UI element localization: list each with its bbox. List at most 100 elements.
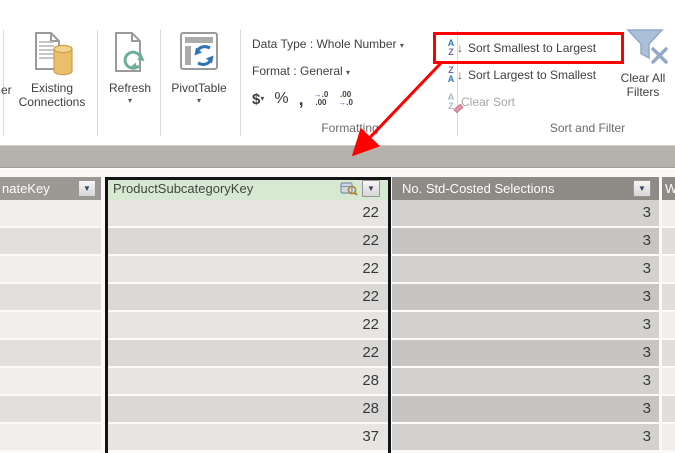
refresh-button[interactable]: Refresh ▾ [100, 28, 160, 138]
comma-button[interactable]: , [299, 89, 304, 110]
dropdown-arrow-icon: ▾ [346, 68, 350, 77]
formula-bar[interactable] [0, 145, 675, 168]
dollar-icon: $ [252, 91, 260, 108]
table-cell[interactable]: 3 [392, 368, 659, 394]
dropdown-arrow-icon[interactable]: ▾ [162, 97, 236, 105]
existing-connections-label-2: Connections [8, 95, 96, 109]
group-separator [240, 30, 241, 136]
column-std-costed-cells: 333333333 [392, 200, 659, 452]
document-database-icon [31, 30, 73, 83]
table-cell[interactable] [0, 424, 101, 450]
table-cell[interactable]: 3 [392, 424, 659, 450]
table-cell[interactable]: 3 [392, 200, 659, 226]
table-cell[interactable] [0, 368, 101, 394]
table-cell[interactable]: 28 [108, 396, 388, 422]
table-cell[interactable]: 22 [108, 256, 388, 282]
table-cell[interactable] [662, 200, 675, 226]
table-cell[interactable]: 22 [108, 340, 388, 366]
column-header-label: W [665, 181, 675, 196]
existing-connections-button[interactable]: Existing Connections [8, 28, 96, 138]
table-cell[interactable] [662, 340, 675, 366]
table-cell[interactable] [0, 312, 101, 338]
pivottable-label: PivotTable [162, 81, 236, 95]
pivottable-button[interactable]: PivotTable ▾ [162, 28, 236, 138]
table-cell[interactable]: 3 [392, 340, 659, 366]
grid-top-strip [0, 169, 675, 177]
table-cell[interactable] [0, 340, 101, 366]
number-format-buttons: $ ▾ % , →.0 .00 .00 →.0 [252, 87, 353, 111]
clear-sort-icon: AZ [446, 93, 456, 111]
column-truncated-cells [662, 200, 675, 452]
column-header-label: nateKey [2, 181, 50, 196]
dropdown-arrow-icon[interactable]: ▾ [100, 97, 160, 105]
sort-az-icon: AZ ↓ [446, 39, 463, 57]
table-cell[interactable] [0, 256, 101, 282]
table-cell[interactable] [662, 312, 675, 338]
dropdown-arrow-icon: ▾ [400, 41, 404, 50]
table-cell[interactable]: 22 [108, 200, 388, 226]
column-header-std-costed-selections[interactable]: No. Std-Costed Selections ▼ [392, 177, 659, 200]
down-arrow-icon: ↓ [457, 68, 463, 82]
column-header-natekey[interactable]: nateKey ▼ [0, 177, 101, 200]
existing-connections-label: Existing [8, 81, 96, 95]
format-label: Format : General [252, 64, 343, 78]
column-filter-dropdown[interactable]: ▼ [78, 180, 96, 197]
column-options-icon[interactable] [340, 180, 358, 200]
table-cell[interactable]: 28 [108, 368, 388, 394]
table-cell[interactable] [0, 228, 101, 254]
format-dropdown[interactable]: Format : General ▾ [252, 64, 350, 78]
down-arrow-icon: ↓ [457, 41, 463, 55]
sort-za-icon: ZA ↓ [446, 66, 463, 84]
formatting-group-label: Formatting [244, 121, 456, 135]
increase-decimal-button[interactable]: →.0 .00 [314, 91, 329, 107]
table-cell[interactable] [662, 284, 675, 310]
refresh-label: Refresh [100, 81, 160, 95]
table-cell[interactable]: 3 [392, 228, 659, 254]
table-cell[interactable]: 3 [392, 256, 659, 282]
table-cell[interactable]: 3 [392, 284, 659, 310]
clear-sort-label: Clear Sort [461, 95, 515, 109]
currency-button[interactable]: $ ▾ [252, 91, 264, 108]
column-header-label: ProductSubcategoryKey [113, 181, 253, 196]
column-header-productsubcategorykey[interactable]: ProductSubcategoryKey ▼ [108, 177, 388, 200]
table-cell[interactable]: 22 [108, 228, 388, 254]
clear-all-filters-button[interactable]: Clear All Filters [612, 28, 674, 118]
table-cell[interactable]: 3 [392, 396, 659, 422]
clear-all-filters-label-2: Filters [612, 85, 674, 99]
data-type-dropdown[interactable]: Data Type : Whole Number ▾ [252, 37, 404, 51]
sort-ascending-label: Sort Smallest to Largest [468, 41, 596, 55]
table-cell[interactable] [0, 396, 101, 422]
percent-button[interactable]: % [274, 90, 288, 108]
table-cell[interactable]: 3 [392, 312, 659, 338]
table-cell[interactable] [662, 368, 675, 394]
column-header-label: No. Std-Costed Selections [402, 181, 554, 196]
group-separator [97, 30, 98, 136]
table-cell[interactable]: 37 [108, 424, 388, 450]
powerpivot-window: er Existing Connections [0, 0, 675, 453]
ribbon: er Existing Connections [0, 0, 675, 145]
table-cell[interactable]: 22 [108, 312, 388, 338]
table-cell[interactable] [662, 256, 675, 282]
sort-descending-label: Sort Largest to Smallest [468, 68, 596, 82]
table-cell[interactable] [0, 284, 101, 310]
column-filter-dropdown[interactable]: ▼ [633, 180, 651, 197]
column-productsubcategorykey-cells: 222222222222282837 [108, 200, 388, 452]
clear-all-filters-label: Clear All [612, 71, 674, 85]
decrease-decimal-button[interactable]: .00 →.0 [338, 91, 353, 107]
column-filter-dropdown[interactable]: ▼ [362, 180, 380, 197]
clear-sort-button[interactable]: AZ Clear Sort [446, 90, 515, 114]
column-header-truncated[interactable]: W [662, 177, 675, 200]
sort-ascending-button[interactable]: AZ ↓ Sort Smallest to Largest [446, 36, 596, 60]
funnel-x-icon [626, 28, 670, 66]
sort-descending-button[interactable]: ZA ↓ Sort Largest to Smallest [446, 63, 596, 87]
dropdown-arrow-icon: ▾ [260, 95, 264, 103]
table-cell[interactable] [662, 228, 675, 254]
table-cell[interactable] [662, 424, 675, 450]
sort-filter-group-label: Sort and Filter [500, 121, 675, 135]
table-cell[interactable]: 22 [108, 284, 388, 310]
data-grid: nateKey ▼ ProductSubcategoryKey ▼ No. St… [0, 177, 675, 453]
data-type-label: Data Type : Whole Number [252, 37, 397, 51]
table-cell[interactable] [0, 200, 101, 226]
group-separator [160, 30, 161, 136]
table-cell[interactable] [662, 396, 675, 422]
